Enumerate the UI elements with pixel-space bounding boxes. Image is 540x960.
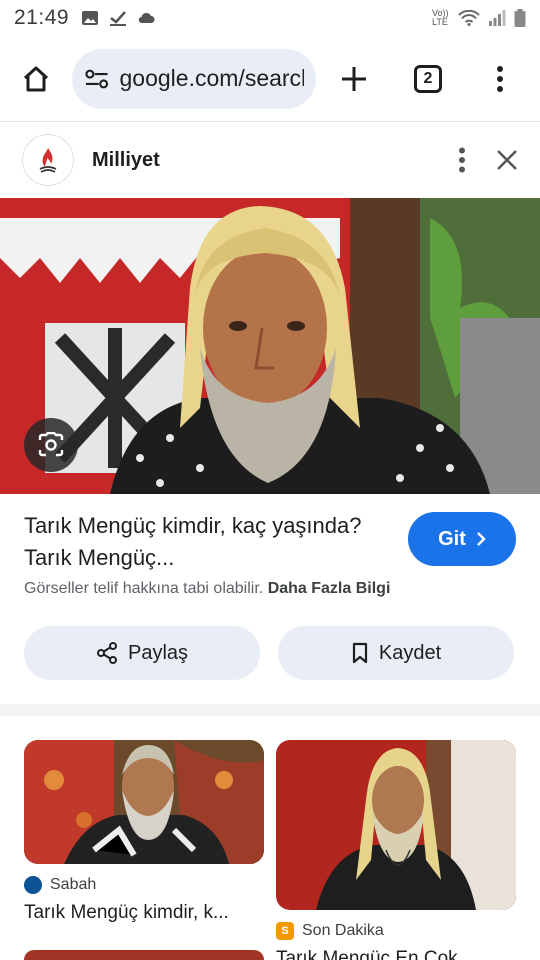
share-icon xyxy=(96,642,117,664)
home-icon xyxy=(23,66,49,91)
related-thumbnail-partial[interactable] xyxy=(24,950,264,960)
visit-button[interactable]: Git xyxy=(408,512,516,566)
share-label: Paylaş xyxy=(127,641,189,664)
tab-count: 2 xyxy=(414,64,442,93)
main-image[interactable] xyxy=(0,198,540,494)
copyright-notice: Görseller telif hakkına tabi olabilir. D… xyxy=(24,580,390,598)
milliyet-logo-icon xyxy=(39,148,57,173)
related-card[interactable]: Sabah Tarık Mengüç kimdir, k... xyxy=(24,740,264,924)
image-icon xyxy=(82,11,99,25)
wifi-icon xyxy=(458,10,480,26)
check-icon xyxy=(110,11,127,26)
address-bar[interactable]: google.com/search xyxy=(72,48,316,109)
visit-button-label: Git xyxy=(438,527,466,550)
son-dakika-logo-icon: S xyxy=(276,922,294,940)
url-text[interactable]: google.com/search xyxy=(120,65,304,92)
plus-icon xyxy=(342,66,366,91)
notice-text: Görseller telif hakkına tabi olabilir. xyxy=(24,580,264,597)
more-vert-icon xyxy=(497,65,503,92)
source-logo xyxy=(22,134,74,186)
more-vert-icon[interactable] xyxy=(458,147,466,173)
section-divider xyxy=(0,704,540,716)
save-button[interactable]: Kaydet xyxy=(278,626,514,680)
related-source-name: Son Dakika xyxy=(302,922,384,939)
close-icon[interactable] xyxy=(496,149,518,171)
lens-icon xyxy=(38,432,64,457)
menu-button[interactable] xyxy=(476,55,524,103)
learn-more-link[interactable]: Daha Fazla Bilgi xyxy=(268,580,391,597)
new-tab-button[interactable] xyxy=(330,55,378,103)
home-button[interactable] xyxy=(12,55,60,103)
save-label: Kaydet xyxy=(378,641,442,664)
related-thumbnail[interactable] xyxy=(24,740,264,864)
cloud-icon xyxy=(138,12,155,24)
tab-switcher-button[interactable]: 2 xyxy=(404,55,452,103)
related-source: Sabah xyxy=(24,876,264,894)
related-source: S Son Dakika xyxy=(276,922,516,940)
related-source-name: Sabah xyxy=(50,876,97,893)
status-time: 21:49 xyxy=(14,6,70,29)
related-card[interactable]: S Son Dakika Tarık Mengüç En Çok... xyxy=(276,740,516,960)
bookmark-icon xyxy=(352,642,367,664)
volte-icon: Vo)) LTE xyxy=(432,8,449,27)
battery-icon xyxy=(514,9,526,27)
related-title[interactable]: Tarık Mengüç En Çok... xyxy=(276,948,516,960)
share-button[interactable]: Paylaş xyxy=(24,626,260,680)
source-header: Milliyet xyxy=(0,122,540,198)
site-settings-icon[interactable] xyxy=(84,68,110,90)
lens-button[interactable] xyxy=(24,418,78,472)
browser-toolbar: google.com/search 2 xyxy=(0,36,540,122)
related-title[interactable]: Tarık Mengüç kimdir, k... xyxy=(24,902,264,924)
sabah-logo-icon xyxy=(24,876,42,894)
related-thumbnail[interactable] xyxy=(276,740,516,910)
portrait-image xyxy=(0,198,540,494)
status-bar: 21:49 Vo)) LTE xyxy=(0,0,540,36)
result-title[interactable]: Tarık Mengüç kimdir, kaç yaşında? Tarık … xyxy=(24,510,374,574)
source-name: Milliyet xyxy=(92,148,160,171)
chevron-right-icon xyxy=(477,532,486,546)
signal-icon xyxy=(489,10,506,26)
